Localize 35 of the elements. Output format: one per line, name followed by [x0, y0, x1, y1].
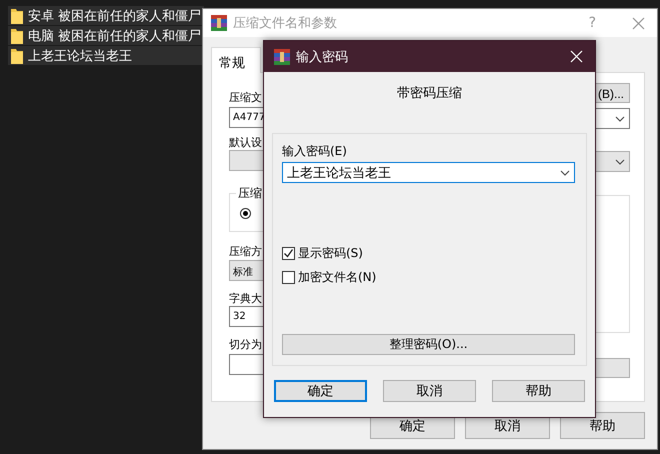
password-field[interactable]: 上老王论坛当老王: [282, 162, 575, 183]
chevron-down-icon: [560, 170, 570, 176]
file-name: 安卓 被困在前任的家人和僵尸: [28, 8, 202, 24]
dialog-button[interactable]: 确定: [274, 380, 367, 402]
group-label: 压缩: [236, 186, 264, 201]
checkbox[interactable]: [282, 247, 295, 260]
chevron-down-icon: [615, 158, 625, 164]
folder-icon: [11, 28, 23, 44]
organize-button[interactable]: 整理密码(O)...: [282, 334, 575, 355]
stacked-books-icon: [211, 15, 227, 31]
field-label: 字典大: [229, 291, 263, 306]
tab[interactable]: 常规: [211, 47, 261, 73]
folder-icon: [11, 8, 23, 24]
field-label: 默认设: [229, 135, 263, 150]
dialog-heading: 带密码压缩: [397, 85, 462, 100]
radio-button[interactable]: [240, 208, 251, 219]
field-label: 输入密码(E): [282, 144, 348, 159]
chevron-down-icon: [615, 116, 625, 122]
close-icon: [570, 50, 583, 63]
field-label: 压缩方: [229, 244, 263, 259]
field-label: 切分为: [229, 337, 263, 352]
window-title: 输入密码: [296, 48, 349, 66]
folder-icon: [11, 48, 23, 64]
dialog-button[interactable]: 帮助: [492, 380, 585, 402]
checkbox-label: 显示密码(S): [298, 245, 363, 262]
checkbox[interactable]: [282, 271, 295, 284]
file-name: 电脑 被困在前任的家人和僵尸: [28, 28, 202, 44]
stacked-books-icon: [274, 48, 290, 64]
dialog-button[interactable]: 帮助: [560, 412, 645, 439]
window-title: 压缩文件名和参数: [233, 15, 338, 32]
dialog-button[interactable]: 取消: [383, 380, 476, 402]
field-label: 压缩文: [229, 90, 263, 105]
close-icon: [632, 16, 645, 30]
file-name: 上老王论坛当老王: [28, 48, 132, 64]
checkbox-label: 加密文件名(N): [298, 269, 376, 286]
